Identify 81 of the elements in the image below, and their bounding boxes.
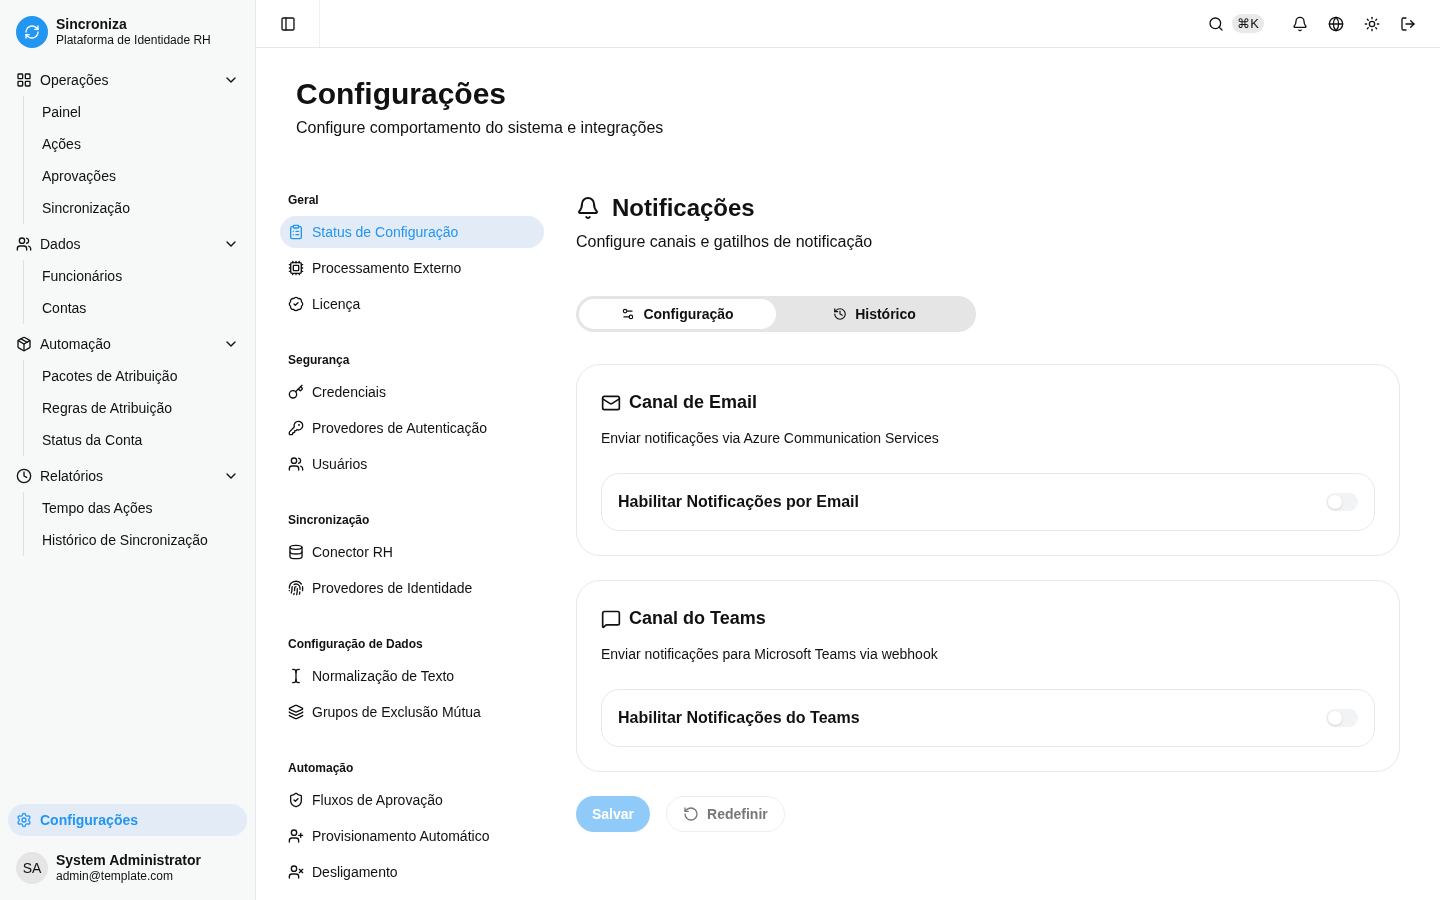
bell-icon xyxy=(576,196,600,220)
card-description: Enviar notificações para Microsoft Teams via webhook xyxy=(601,645,939,664)
sidebar-item[interactable]: Contas xyxy=(34,292,247,324)
page-title: Configurações xyxy=(296,76,508,112)
settings-nav-item[interactable]: Usuários xyxy=(280,448,544,480)
nav-section-heading: Automação xyxy=(287,760,355,777)
box-icon xyxy=(16,336,32,352)
badge-check-icon xyxy=(288,296,304,312)
logo-icon xyxy=(16,16,48,48)
toggle-switch[interactable] xyxy=(1326,493,1358,511)
clipboard-icon xyxy=(288,224,304,240)
message-icon xyxy=(601,608,621,629)
sidebar-group[interactable]: Operações xyxy=(8,64,247,96)
clock-icon xyxy=(16,468,32,484)
toggle-switch[interactable] xyxy=(1326,709,1358,727)
settings-nav-item[interactable]: Conector RH xyxy=(280,536,544,568)
globe-icon[interactable] xyxy=(1328,15,1344,32)
toggle-label: Habilitar Notificações por Email xyxy=(618,492,859,512)
shield-check-icon xyxy=(288,792,304,808)
card-title: Canal do Teams xyxy=(629,607,766,630)
section-subtitle: Configure canais e gatilhos de notificação xyxy=(576,232,874,252)
nav-section-heading: Segurança xyxy=(287,352,351,369)
history-icon xyxy=(833,307,848,321)
sidebar-item[interactable]: Regras de Atribuição xyxy=(34,392,247,424)
grid-icon xyxy=(16,72,32,88)
layers-icon xyxy=(288,704,304,720)
key-icon xyxy=(288,384,304,400)
settings-nav-item[interactable]: Normalização de Texto xyxy=(280,660,544,692)
tab[interactable]: Histórico xyxy=(776,299,973,329)
sidebar-item[interactable]: Status da Conta xyxy=(34,424,247,456)
settings-nav-item[interactable]: Credenciais xyxy=(280,376,544,408)
sidebar-toggle-icon[interactable] xyxy=(279,15,296,32)
sun-icon[interactable] xyxy=(1364,15,1380,32)
sidebar-item[interactable]: Tempo das Ações xyxy=(34,492,247,524)
tab[interactable]: Configuração xyxy=(579,299,776,329)
user-name: System Administrator xyxy=(56,851,201,870)
sidebar-item[interactable]: Ações xyxy=(34,128,247,160)
sidebar-group[interactable]: Relatórios xyxy=(8,460,247,492)
reset-icon xyxy=(683,806,700,822)
section-title: Notificações xyxy=(612,193,755,223)
bell-icon[interactable] xyxy=(1292,15,1308,32)
sliders-icon xyxy=(621,307,636,321)
sidebar-item[interactable]: Painel xyxy=(34,96,247,128)
sidebar-item[interactable]: Pacotes de Atribuição xyxy=(34,360,247,392)
sidebar-group[interactable]: Automação xyxy=(8,328,247,360)
sidebar-item[interactable]: Histórico de Sincronização xyxy=(34,524,247,556)
key-icon xyxy=(288,420,304,436)
fingerprint-icon xyxy=(288,580,304,596)
settings-icon xyxy=(16,812,32,828)
nav-section-heading: Sincronização xyxy=(287,512,371,529)
chip-icon xyxy=(288,260,304,276)
page-subtitle: Configure comportamento do sistema e integrações xyxy=(296,118,665,138)
sidebar-group[interactable]: Dados xyxy=(8,228,247,260)
settings-nav-item[interactable]: Licença xyxy=(280,288,544,320)
logout-icon[interactable] xyxy=(1400,15,1416,32)
sidebar-item[interactable]: Aprovações xyxy=(34,160,247,192)
user-plus-icon xyxy=(288,828,304,844)
shortcut-badge: ⌘K xyxy=(1232,13,1264,34)
search-icon[interactable] xyxy=(1208,15,1225,32)
card-description: Enviar notificações via Azure Communication Services xyxy=(601,429,940,448)
settings-nav-item[interactable]: Fluxos de Aprovação xyxy=(280,784,544,816)
user-avatar: SA xyxy=(16,852,48,884)
sidebar-item[interactable]: Funcionários xyxy=(34,260,247,292)
nav-section-heading: Configuração de Dados xyxy=(287,636,424,653)
settings-nav-item[interactable]: Processamento Externo xyxy=(280,252,544,284)
sidebar-item[interactable]: Sincronização xyxy=(34,192,247,224)
database-icon xyxy=(288,544,304,560)
settings-nav-item[interactable]: Desligamento xyxy=(280,856,544,888)
settings-nav-item[interactable]: Provisionamento Automático xyxy=(280,820,544,852)
nav-section-heading: Geral xyxy=(287,192,320,209)
settings-nav-item[interactable]: Grupos de Exclusão Mútua xyxy=(280,696,544,728)
toggle-label: Habilitar Notificações do Teams xyxy=(618,708,860,728)
settings-nav-item[interactable]: Provedores de Identidade xyxy=(280,572,544,604)
users-icon xyxy=(16,236,32,252)
user-x-icon xyxy=(288,864,304,880)
brand-name: Sincroniza xyxy=(56,15,128,34)
users-icon xyxy=(288,456,304,472)
brand-subtitle: Plataforma de Identidade RH xyxy=(56,33,211,49)
card-title: Canal de Email xyxy=(629,391,758,414)
user-email: admin@template.com xyxy=(56,869,174,885)
settings-nav-item[interactable]: Provedores de Autenticação xyxy=(280,412,544,444)
